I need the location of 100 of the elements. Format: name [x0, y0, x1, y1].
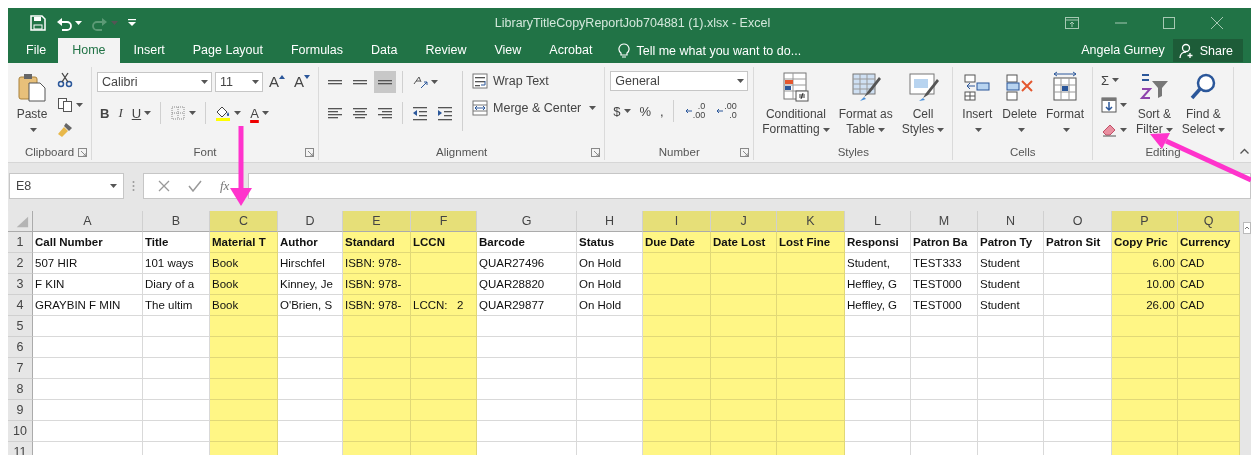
ribbon-tab[interactable]: Insert — [119, 38, 179, 63]
user-name[interactable]: Angela Gurney — [1081, 38, 1173, 63]
collapse-ribbon-icon[interactable] — [1240, 148, 1249, 154]
ribbon-tab[interactable]: View — [480, 38, 536, 63]
share-button[interactable]: Share — [1172, 39, 1243, 62]
toolbar-button[interactable]: B — [97, 102, 113, 124]
undo-button[interactable] — [56, 15, 82, 31]
insert-function-button[interactable]: fx — [220, 178, 230, 194]
table-cell — [411, 316, 477, 337]
row-header[interactable]: 1 — [8, 232, 33, 253]
ribbon-button[interactable]: Wrap Text — [469, 69, 600, 93]
dialog-launcher-icon[interactable] — [78, 148, 87, 157]
table-cell — [711, 295, 777, 316]
toolbar-button[interactable]: U — [128, 102, 155, 124]
merge-cells-icon — [472, 100, 489, 116]
cancel-icon[interactable] — [158, 180, 170, 192]
ribbon-button[interactable]: Conditional Formatting — [759, 67, 833, 139]
ribbon-button[interactable]: Format — [1043, 67, 1088, 139]
toolbar-button[interactable]: , — [657, 100, 667, 122]
column-header[interactable]: H — [577, 211, 643, 232]
decimal-button[interactable]: .00 .0 — [711, 100, 740, 122]
ribbon-button[interactable]: Format as Table — [835, 67, 896, 139]
dropdown-field[interactable]: 11 — [215, 72, 263, 92]
caret-icon — [431, 80, 439, 84]
group-label: Font — [193, 146, 217, 158]
row-header[interactable]: 8 — [8, 379, 33, 400]
enter-icon[interactable] — [188, 180, 202, 192]
column-header[interactable]: K — [777, 211, 845, 232]
ribbon-button[interactable]: Merge & Center — [469, 96, 600, 120]
row-header[interactable]: 5 — [8, 316, 33, 337]
ribbon-button[interactable]: Sort & Filter — [1133, 67, 1176, 139]
row-header[interactable]: 9 — [8, 400, 33, 421]
column-header[interactable]: F — [411, 211, 477, 232]
column-header[interactable]: M — [911, 211, 978, 232]
dialog-launcher-icon[interactable] — [305, 148, 315, 157]
formula-field[interactable] — [248, 173, 1251, 199]
column-header[interactable]: O — [1044, 211, 1112, 232]
column-header[interactable]: C — [210, 211, 278, 232]
toolbar-button[interactable]: $ — [610, 100, 634, 122]
group-label: Cells — [1009, 146, 1036, 158]
row-header[interactable]: 4 — [8, 295, 33, 316]
table-cell: QUAR28820 — [477, 274, 577, 295]
toolbar-button[interactable]: I — [115, 102, 126, 124]
column-header[interactable]: L — [845, 211, 911, 232]
row-header[interactable]: 7 — [8, 358, 33, 379]
ribbon-display-icon[interactable] — [1065, 17, 1079, 29]
font-color-button[interactable]: A — [247, 102, 272, 124]
table-cell — [978, 358, 1044, 379]
table-cell — [845, 400, 911, 421]
dialog-launcher-icon[interactable] — [740, 148, 750, 157]
toolbar-button[interactable]: % — [636, 100, 655, 122]
table-cell: TEST000 — [911, 274, 978, 295]
column-header[interactable]: D — [278, 211, 343, 232]
ribbon-button[interactable]: Insert — [958, 67, 997, 139]
ribbon-button[interactable]: Cell Styles — [898, 67, 948, 139]
caret-icon — [623, 109, 631, 113]
ribbon-button[interactable]: Paste — [13, 67, 51, 139]
column-header[interactable]: A — [33, 211, 143, 232]
font-size-button[interactable]: A — [266, 71, 288, 93]
column-header[interactable]: P — [1112, 211, 1178, 232]
column-header[interactable]: I — [643, 211, 711, 232]
table-cell — [643, 400, 711, 421]
column-header[interactable]: G — [477, 211, 577, 232]
copy-icon — [57, 97, 73, 113]
tell-me-field[interactable]: Tell me what you want to do... — [636, 43, 867, 58]
table-cell: Heffley, G — [845, 274, 911, 295]
toolbar-button[interactable] — [374, 71, 397, 93]
column-header[interactable]: N — [978, 211, 1044, 232]
ribbon-tab[interactable]: Data — [357, 38, 412, 63]
scrollbar-icon[interactable] — [1243, 222, 1251, 234]
maximize-icon[interactable] — [1163, 17, 1175, 29]
ribbon-button[interactable]: Find & Select — [1178, 67, 1229, 139]
customize-icon[interactable] — [128, 19, 136, 27]
column-header[interactable]: E — [343, 211, 411, 232]
ribbon-tab[interactable]: Review — [411, 38, 481, 63]
column-header[interactable]: B — [143, 211, 210, 232]
row-header[interactable]: 3 — [8, 274, 33, 295]
row-header[interactable]: 10 — [8, 421, 33, 442]
toolbar-button[interactable]: Σ — [1098, 69, 1131, 91]
dropdown-field[interactable]: Calibri — [97, 72, 212, 92]
dialog-launcher-icon[interactable] — [591, 148, 601, 157]
dropdown-field[interactable]: General — [610, 71, 749, 91]
table-cell — [777, 274, 845, 295]
close-icon[interactable] — [1211, 17, 1223, 29]
table-cell: F KIN — [33, 274, 143, 295]
decimal-button[interactable]: .0 .00 — [679, 100, 709, 122]
ribbon-tab[interactable]: Page Layout — [178, 38, 277, 63]
align-left-icon — [327, 105, 344, 121]
row-header[interactable]: 6 — [8, 337, 33, 358]
ribbon-tab[interactable]: File — [8, 38, 59, 63]
ribbon-button[interactable]: Delete — [999, 67, 1040, 139]
column-header[interactable]: J — [711, 211, 777, 232]
ribbon-tab[interactable]: Acrobat — [535, 38, 607, 63]
font-size-button[interactable]: A — [291, 71, 314, 93]
ribbon-tab[interactable]: Formulas — [276, 38, 358, 63]
ribbon-tab[interactable]: Home — [58, 38, 120, 63]
save-icon[interactable] — [30, 15, 46, 31]
name-box[interactable]: E8 — [9, 173, 124, 199]
column-header[interactable]: Q — [1178, 211, 1240, 232]
row-header[interactable]: 2 — [8, 253, 33, 274]
